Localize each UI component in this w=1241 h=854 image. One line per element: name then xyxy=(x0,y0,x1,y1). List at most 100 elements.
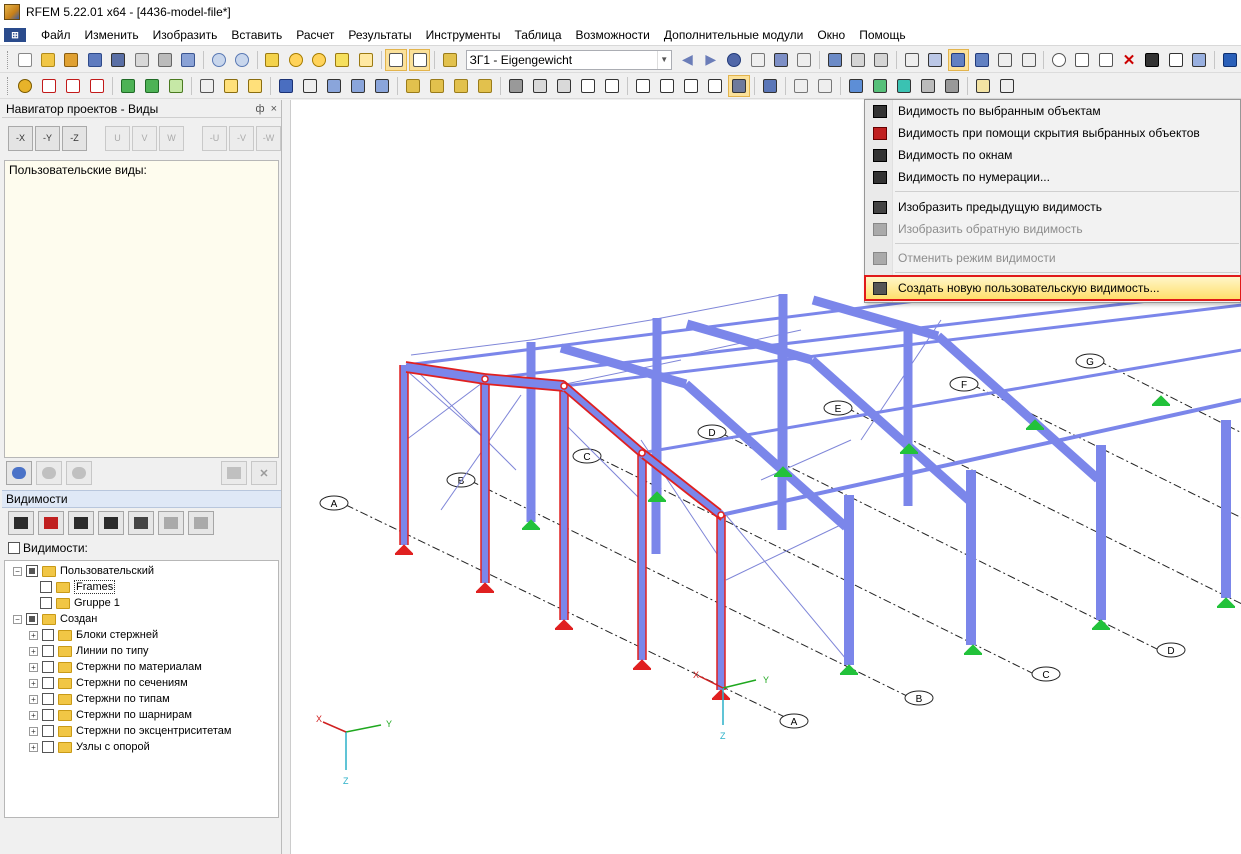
menu-item-visibility-numbering[interactable]: Видимость по нумерации... xyxy=(866,166,1240,188)
front-eave-beam[interactable] xyxy=(720,398,1241,517)
user-views-panel[interactable]: Пользовательские виды: xyxy=(4,160,279,458)
bracing-member-5[interactable] xyxy=(725,514,852,666)
toolbar-grip[interactable] xyxy=(7,76,10,95)
support-0-base[interactable] xyxy=(522,528,540,530)
menu-view[interactable]: Изобразить xyxy=(146,28,225,42)
expand-icon[interactable]: + xyxy=(29,646,38,656)
grid-icon[interactable] xyxy=(901,49,922,71)
new-node-icon[interactable] xyxy=(14,75,36,97)
view-minus-u-button[interactable]: -U xyxy=(202,125,227,151)
dimension-icon[interactable] xyxy=(1018,49,1039,71)
tree-checkbox[interactable] xyxy=(40,597,52,609)
support-1[interactable] xyxy=(647,491,667,501)
undo-icon[interactable] xyxy=(208,49,229,71)
support-8-base[interactable] xyxy=(1092,628,1110,630)
select-tool-icon[interactable] xyxy=(505,75,527,97)
expand-icon[interactable]: + xyxy=(29,630,38,640)
visibilities-checkbox[interactable] xyxy=(8,542,20,554)
menu-help[interactable]: Помощь xyxy=(852,28,912,42)
show-tables-icon[interactable] xyxy=(408,48,431,71)
view-minus-y-button[interactable]: -Y xyxy=(35,125,60,151)
tree-row[interactable]: − Создан xyxy=(5,611,278,627)
visibility-menu-icon[interactable] xyxy=(728,74,750,97)
result-values-icon[interactable] xyxy=(747,49,768,71)
printout-report-icon[interactable] xyxy=(178,49,199,71)
guideline-icon[interactable] xyxy=(244,75,266,97)
project-manager-icon[interactable] xyxy=(84,49,105,71)
pin-icon[interactable]: ф xyxy=(256,103,265,115)
expand-icon[interactable]: + xyxy=(29,678,38,688)
support-3-base[interactable] xyxy=(900,452,918,454)
load-member-icon[interactable] xyxy=(299,75,321,97)
selected-support-1-base[interactable] xyxy=(476,591,494,593)
selected-node-0[interactable] xyxy=(481,375,489,383)
support-5-base[interactable] xyxy=(1152,404,1170,406)
support-6[interactable] xyxy=(839,664,859,674)
menu-item-create-user-visibility[interactable]: Создать новую пользовательскую видимость… xyxy=(864,275,1241,301)
tree-row[interactable]: Frames xyxy=(5,579,278,595)
snap-icon[interactable] xyxy=(924,49,945,71)
visibility-selected-icon[interactable] xyxy=(8,511,34,535)
eye-icon[interactable] xyxy=(6,461,32,485)
results-on-icon[interactable] xyxy=(723,49,744,71)
view-minus-w-button[interactable]: -W xyxy=(256,125,281,151)
rib-icon[interactable] xyxy=(941,75,963,97)
visibility-hide-selected-icon[interactable] xyxy=(38,511,64,535)
menu-item-visibility-window[interactable]: Видимость по окнам xyxy=(866,144,1240,166)
material-icon[interactable] xyxy=(1142,49,1163,71)
report-icon[interactable] xyxy=(996,75,1018,97)
menu-item-previous-visibility[interactable]: Изобразить предыдущую видимость xyxy=(866,196,1240,218)
longitudinal-beam-1[interactable] xyxy=(484,288,1241,381)
view-x-icon[interactable] xyxy=(632,75,654,97)
selected-support-2-base[interactable] xyxy=(555,628,573,630)
tree-row[interactable]: + Стержни по эксцентриситетам xyxy=(5,723,278,739)
tree-row[interactable]: + Узлы с опорой xyxy=(5,739,278,755)
selected-support-4[interactable] xyxy=(711,689,731,699)
plate-icon[interactable] xyxy=(869,75,891,97)
snow-load-icon[interactable] xyxy=(450,75,472,97)
menu-window[interactable]: Окно xyxy=(810,28,852,42)
previous-visibility-icon[interactable] xyxy=(128,511,154,535)
tree-row[interactable]: + Стержни по шарнирам xyxy=(5,707,278,723)
zoom-window-icon[interactable] xyxy=(529,75,551,97)
print-icon[interactable] xyxy=(154,49,175,71)
selected-support-1[interactable] xyxy=(475,582,495,592)
dimension-line-icon[interactable] xyxy=(196,75,218,97)
tree-row[interactable]: − Пользовательский xyxy=(5,563,278,579)
max-min-values-icon[interactable] xyxy=(794,49,815,71)
view-w-button[interactable]: W xyxy=(159,125,184,151)
load-nodal-icon[interactable] xyxy=(275,75,297,97)
tree-checkbox[interactable] xyxy=(40,581,52,593)
close-icon[interactable]: × xyxy=(271,103,277,115)
bracing-member-1[interactable] xyxy=(405,379,487,441)
visibility-window-icon[interactable] xyxy=(68,511,94,535)
menu-file[interactable]: Файл xyxy=(34,28,78,42)
copy-icon[interactable] xyxy=(355,49,376,71)
support-7[interactable] xyxy=(963,644,983,654)
tree-row[interactable]: Gruppe 1 xyxy=(5,595,278,611)
perspective-icon[interactable] xyxy=(601,75,623,97)
frame-icon[interactable] xyxy=(790,75,812,97)
menu-addon-modules[interactable]: Дополнительные модули xyxy=(657,28,810,42)
delete-all-views-icon[interactable]: ✕ xyxy=(251,461,277,485)
coordinate-system-icon[interactable] xyxy=(971,49,992,71)
eye-faded-icon[interactable] xyxy=(36,461,62,485)
new-surface-icon[interactable] xyxy=(165,75,187,97)
menu-tools[interactable]: Инструменты xyxy=(419,28,508,42)
save-icon[interactable] xyxy=(107,49,128,71)
lines-icon[interactable] xyxy=(1072,49,1093,71)
save-view-icon[interactable] xyxy=(66,461,92,485)
selected-support-3[interactable] xyxy=(632,659,652,669)
selected-node-1[interactable] xyxy=(560,382,568,390)
previous-load-case-icon[interactable]: ◀ xyxy=(677,49,698,71)
zoom-all-icon[interactable] xyxy=(553,75,575,97)
tree-checkbox[interactable] xyxy=(42,693,54,705)
show-results-icon[interactable] xyxy=(770,49,791,71)
tree-row[interactable]: + Стержни по материалам xyxy=(5,659,278,675)
tree-checkbox[interactable] xyxy=(42,725,54,737)
menu-item-visibility-selected[interactable]: Видимость по выбранным объектам xyxy=(866,100,1240,122)
bracing-member-6[interactable] xyxy=(725,519,852,581)
search-icon[interactable] xyxy=(308,49,329,71)
view-minus-z-button[interactable]: -Z xyxy=(62,125,87,151)
load-surface-icon[interactable] xyxy=(347,75,369,97)
